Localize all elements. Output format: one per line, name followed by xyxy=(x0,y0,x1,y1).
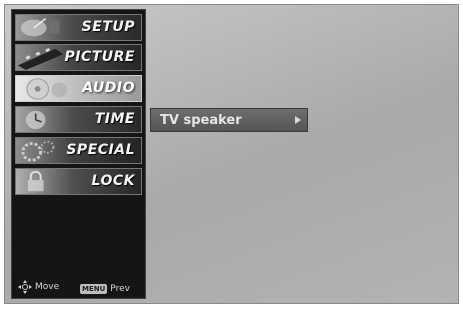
menu-item-special[interactable]: SPECIAL xyxy=(15,137,142,164)
menu-item-label: LOCK xyxy=(91,173,135,189)
menu-item-label: SETUP xyxy=(81,19,135,35)
menu-item-time[interactable]: TIME xyxy=(15,106,142,133)
prev-hint: MENU Prev xyxy=(80,284,130,294)
move-hint-label: Move xyxy=(35,282,60,292)
submenu-label: TV speaker xyxy=(160,113,242,128)
move-hint: Move xyxy=(18,280,59,294)
tv-screen: SETUP PICTURE AUDIO TIME SPECIAL LOCK Mo… xyxy=(4,4,459,304)
menu-item-label: PICTURE xyxy=(64,49,135,65)
menu-item-lock[interactable]: LOCK xyxy=(15,168,142,195)
menu-item-label: AUDIO xyxy=(82,80,135,96)
submenu-tv-speaker[interactable]: TV speaker xyxy=(150,108,308,132)
triangle-right-icon xyxy=(295,116,301,124)
menu-item-setup[interactable]: SETUP xyxy=(15,14,142,41)
dpad-icon xyxy=(18,280,32,294)
menu-item-audio[interactable]: AUDIO xyxy=(15,75,142,102)
menu-item-label: TIME xyxy=(94,111,135,127)
prev-hint-label: Prev xyxy=(110,284,130,294)
menu-item-picture[interactable]: PICTURE xyxy=(15,44,142,71)
osd-main-menu: SETUP PICTURE AUDIO TIME SPECIAL LOCK Mo… xyxy=(11,9,146,299)
menu-key-badge: MENU xyxy=(80,284,108,294)
menu-item-label: SPECIAL xyxy=(66,142,135,158)
